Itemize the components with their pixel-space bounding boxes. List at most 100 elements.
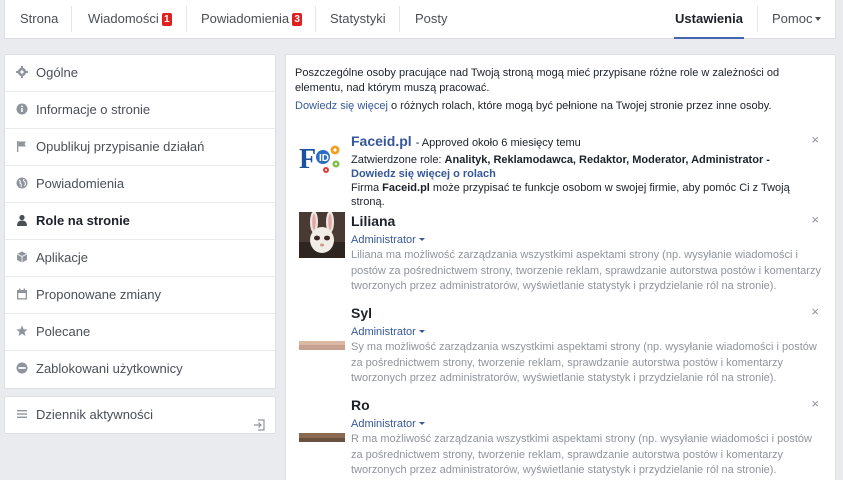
nav-tab-wiadomosci[interactable]: Wiadomości 1 (88, 0, 172, 38)
role-dropdown-label: Administrator (351, 418, 416, 430)
globe-icon (16, 177, 28, 189)
approved-meta: - Approved około 6 miesięcy temu (415, 137, 581, 149)
sidebar-item-label: Polecane (36, 324, 91, 339)
sidebar-item-label: Informacje o stronie (36, 102, 151, 117)
learn-more-link[interactable]: Dowiedz się więcej (295, 100, 388, 112)
role-dropdown-label: Administrator (351, 326, 416, 338)
avatar (299, 340, 345, 350)
nav-tab-posty[interactable]: Posty (415, 0, 448, 38)
page-roles-panel: Poszczególne osoby pracujące nad Twoją s… (285, 54, 836, 480)
role-description: R ma możliwość zarządzania wszystkimi as… (351, 432, 821, 479)
help-menu-button[interactable]: Pomoc (772, 0, 822, 38)
role-description: Sy ma możliwość zarządzania wszystkimi a… (351, 340, 821, 387)
svg-text:F: F (299, 144, 316, 175)
sidebar-item-label: Role na stronie (36, 213, 130, 228)
help-menu-label: Pomoc (772, 11, 813, 26)
block-icon (16, 362, 28, 374)
person-name: Ro (351, 397, 370, 413)
role-entry-body: Ro Administrator R ma możliwość zarządza… (351, 396, 821, 479)
agency-name-link[interactable]: Faceid.pl (351, 133, 412, 149)
sidebar-item-zablokowani[interactable]: Zablokowani użytkownicy (5, 351, 275, 388)
caret-down-icon (815, 17, 822, 21)
messages-count-badge: 1 (161, 13, 172, 26)
notifications-count-badge: 3 (292, 13, 303, 26)
remove-entry-button[interactable]: × (811, 213, 819, 227)
open-external-icon[interactable] (253, 409, 265, 431)
sidebar-item-label: Aplikacje (36, 250, 89, 265)
flag-icon (16, 140, 28, 152)
role-entry-body: Syl Administrator Sy ma możliwość zarząd… (351, 304, 821, 387)
sidebar-item-label: Zablokowani użytkownicy (36, 361, 183, 376)
sidebar-item-label: Powiadomienia (36, 176, 125, 191)
approved-roles-dash: - (763, 154, 770, 166)
sidebar-item-role-na-stronie[interactable]: Role na stronie (5, 203, 275, 240)
sidebar-item-label: Ogólne (36, 65, 78, 80)
sidebar-item-opublikuj[interactable]: Opublikuj przypisanie działań (5, 129, 275, 166)
sidebar-item-dziennik[interactable]: Dziennik aktywności (5, 397, 275, 433)
role-description-name: R (351, 433, 359, 445)
nav-tab-label: Ustawienia (675, 11, 743, 26)
nav-separator (315, 6, 316, 32)
nav-tab-label: Statystyki (330, 11, 386, 26)
remove-entry-button[interactable]: × (811, 305, 819, 319)
remove-entry-button[interactable]: × (811, 397, 819, 411)
info-icon (16, 103, 28, 115)
star-icon (16, 325, 28, 337)
roles-learn-more-link[interactable]: Dowiedz się więcej o rolach (351, 168, 496, 180)
nav-separator (186, 6, 187, 32)
page-top-nav: Strona Wiadomości 1 Powiadomienia 3 Statys… (4, 0, 836, 39)
cube-icon (16, 251, 28, 263)
svg-text:ID: ID (319, 153, 329, 164)
firm-prefix: Firma (351, 182, 383, 194)
nav-tab-powiadomienia[interactable]: Powiadomienia 3 (201, 0, 303, 38)
role-entry-body: Faceid.pl - Approved około 6 miesięcy tem… (351, 132, 821, 209)
roles-link-line: Dowiedz się więcej o rolach (351, 167, 821, 181)
sidebar-item-label: Dziennik aktywności (36, 407, 154, 422)
sidebar-item-proponowane-zmiany[interactable]: Proponowane zmiany (5, 277, 275, 314)
role-entry-body: Liliana Administrator Liliana ma możliwo… (351, 212, 821, 295)
gear-icon (16, 66, 28, 78)
person-icon (16, 214, 28, 226)
sidebar-item-label: Proponowane zmiany (36, 287, 162, 302)
role-dropdown[interactable]: Administrator (351, 417, 821, 432)
learn-more-rest: o różnych rolach, które mogą być pełnion… (387, 100, 772, 112)
role-dropdown-label: Administrator (351, 234, 416, 246)
nav-separator (399, 6, 400, 32)
nav-tab-ustawienia[interactable]: Ustawienia (674, 0, 744, 39)
role-description-text: ma możliwość zarządzania wszystkimi aspe… (351, 433, 812, 476)
remove-entry-button[interactable]: × (811, 133, 819, 147)
nav-tab-label: Powiadomienia (201, 11, 290, 26)
list-icon (16, 408, 28, 420)
nav-separator (757, 6, 758, 32)
nav-tab-strona[interactable]: Strona (20, 0, 58, 38)
role-description-text: ma możliwość zarządzania wszystkimi aspe… (351, 249, 821, 292)
role-description-name: Liliana (351, 249, 383, 261)
learn-more-line: Dowiedz się więcej o różnych rolach, któ… (295, 100, 772, 112)
avatar (299, 432, 345, 442)
firm-name: Faceid.pl (382, 182, 430, 194)
nav-tab-label: Posty (415, 11, 448, 26)
person-name: Liliana (351, 213, 396, 229)
approved-roles-line: Zatwierdzone role: Analityk, Reklamodawc… (351, 153, 821, 167)
sidebar-item-ogolne[interactable]: Ogólne (5, 55, 275, 92)
nav-tab-label: Strona (20, 11, 59, 26)
sidebar-item-aplikacje[interactable]: Aplikacje (5, 240, 275, 277)
firm-note: Firma Faceid.pl może przypisać te funkcj… (351, 181, 821, 209)
approved-roles-value: Analityk, Reklamodawca, Redaktor, Modera… (444, 154, 764, 166)
sidebar-item-informacje[interactable]: Informacje o stronie (5, 92, 275, 129)
role-dropdown[interactable]: Administrator (351, 325, 821, 340)
agency-logo: F ID (299, 140, 343, 176)
role-description-name: Sy (351, 341, 364, 353)
approved-roles-label: Zatwierdzone role: (351, 154, 445, 166)
nav-separator (71, 6, 72, 32)
role-dropdown[interactable]: Administrator (351, 233, 821, 248)
caret-down-icon (418, 238, 425, 241)
sidebar-item-polecane[interactable]: Polecane (5, 314, 275, 351)
person-name: Syl (351, 305, 373, 321)
nav-tab-label: Wiadomości (88, 11, 159, 26)
caret-down-icon (418, 422, 425, 425)
entry-header: Faceid.pl - Approved około 6 miesięcy tem… (351, 132, 821, 150)
sidebar-item-powiadomienia[interactable]: Powiadomienia (5, 166, 275, 203)
nav-tab-statystyki[interactable]: Statystyki (330, 0, 386, 38)
intro-text: Poszczególne osoby pracujące nad Twoją s… (295, 67, 780, 94)
